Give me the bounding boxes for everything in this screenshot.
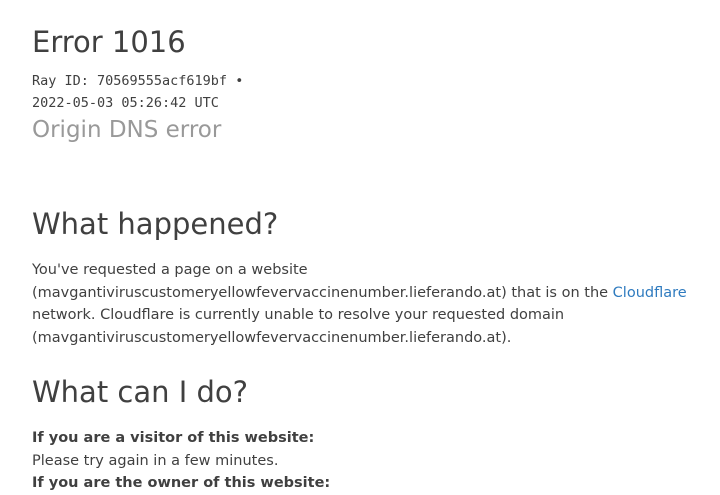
ray-id: Ray ID: 70569555acf619bf • [32, 73, 244, 89]
error-timestamp: 2022-05-03 05:26:42 UTC [32, 95, 219, 111]
error-title: Error 1016 [32, 25, 186, 59]
visitor-label: If you are a visitor of this website: [32, 430, 315, 446]
what-can-i-do-heading: What can I do? [32, 375, 249, 409]
help-section: If you are a visitor of this website: Pl… [32, 427, 692, 495]
what-happened-heading: What happened? [32, 207, 279, 241]
what-happened-text-end: network. Cloudflare is currently unable … [32, 307, 565, 346]
owner-label: If you are the owner of this website: [32, 475, 331, 491]
visitor-text: Please try again in a few minutes. [32, 452, 279, 469]
what-happened-text-start: You've requested a page on a website (ma… [32, 262, 613, 301]
what-happened-text: You've requested a page on a website (ma… [32, 259, 692, 349]
error-subtitle: Origin DNS error [32, 117, 222, 143]
ray-info: Ray ID: 70569555acf619bf • 2022-05-03 05… [32, 70, 292, 114]
cloudflare-link[interactable]: Cloudflare [613, 285, 687, 301]
